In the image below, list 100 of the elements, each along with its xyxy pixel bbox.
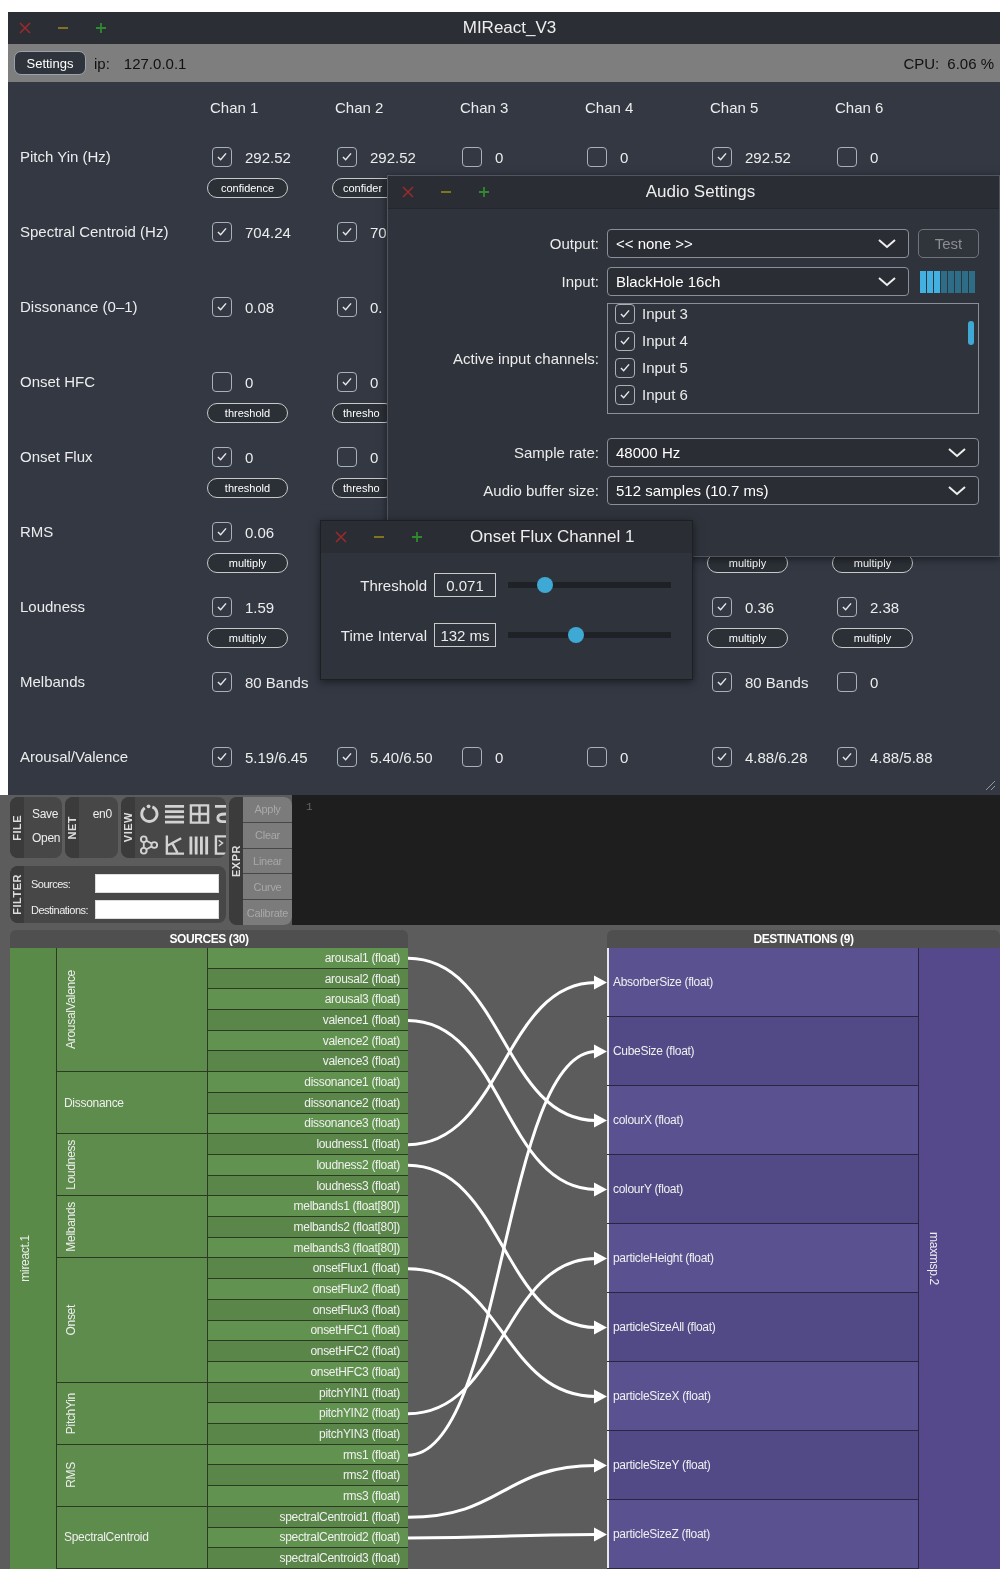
connection-arrow[interactable]	[408, 975, 607, 1147]
input-dropdown[interactable]: BlackHole 16ch	[607, 267, 909, 296]
checkbox[interactable]	[615, 357, 635, 378]
group-cell[interactable]: Loudness	[57, 1134, 208, 1196]
checkbox[interactable]	[837, 672, 857, 692]
option-button[interactable]: multiply	[707, 628, 788, 648]
destination-signal[interactable]: particleSizeX (float)	[607, 1362, 918, 1431]
checkbox[interactable]	[337, 297, 357, 317]
sample-rate-dropdown[interactable]: 48000 Hz	[607, 438, 979, 467]
source-signal[interactable]: dissonance2 (float)	[208, 1092, 408, 1114]
connection-arrow[interactable]	[408, 1458, 607, 1519]
destination-signal[interactable]: colourX (float)	[607, 1086, 918, 1155]
checkbox[interactable]	[587, 747, 607, 767]
destination-signal[interactable]: particleSizeZ (float)	[607, 1500, 918, 1569]
source-signal[interactable]: onsetFlux2 (float)	[208, 1279, 408, 1300]
checkbox[interactable]	[212, 372, 232, 392]
connection-arrow[interactable]	[408, 1044, 607, 1457]
connection-arrow[interactable]	[408, 1527, 607, 1542]
source-signal[interactable]: spectralCentroid2 (float)	[208, 1527, 408, 1549]
option-button[interactable]: multiply	[207, 553, 288, 573]
settings-button[interactable]: Settings	[14, 51, 86, 75]
checkbox[interactable]	[615, 304, 635, 324]
checkbox[interactable]	[337, 372, 357, 392]
maximize-icon[interactable]	[95, 22, 107, 34]
checkbox[interactable]	[712, 747, 732, 767]
destination-signal[interactable]: particleHeight (float)	[607, 1224, 918, 1293]
device-cell[interactable]: mireact.1	[10, 948, 57, 1569]
checkbox[interactable]	[712, 672, 732, 692]
group-cell[interactable]: ArousalValence	[57, 948, 208, 1072]
option-button[interactable]: multiply	[207, 628, 288, 648]
source-signal[interactable]: valence3 (float)	[208, 1051, 408, 1073]
grid-icon[interactable]	[188, 803, 210, 825]
menu-item[interactable]: Save	[32, 807, 61, 821]
option-button[interactable]: multiply	[832, 628, 913, 648]
source-signal[interactable]: onsetFlux3 (float)	[208, 1299, 408, 1321]
slider-thumb[interactable]	[537, 577, 554, 593]
destination-signal[interactable]: CubeSize (float)	[607, 1017, 918, 1086]
menu-item[interactable]: en0	[92, 807, 112, 821]
group-cell[interactable]: Onset	[57, 1258, 208, 1382]
parameter-field[interactable]: 132 ms	[434, 623, 496, 647]
checkbox[interactable]	[462, 747, 482, 767]
source-signal[interactable]: pitchYIN1 (float)	[208, 1382, 408, 1404]
checkbox[interactable]	[337, 747, 357, 767]
checkbox[interactable]	[337, 147, 357, 167]
ring-icon[interactable]	[138, 803, 160, 825]
group-cell[interactable]: Melbands	[57, 1196, 208, 1258]
scroll-thumb[interactable]	[968, 321, 974, 345]
source-signal[interactable]: rms1 (float)	[208, 1444, 408, 1466]
list-icon[interactable]	[163, 803, 185, 825]
source-signal[interactable]: rms3 (float)	[208, 1486, 408, 1507]
source-signal[interactable]: onsetHFC2 (float)	[208, 1341, 408, 1362]
group-cell[interactable]: RMS	[57, 1444, 208, 1506]
connection-arrow[interactable]	[408, 1251, 607, 1416]
menu-item[interactable]: Open	[32, 831, 61, 845]
resize-grip-icon[interactable]	[984, 779, 996, 791]
source-signal[interactable]: loudness3 (float)	[208, 1175, 408, 1197]
checkbox[interactable]	[837, 597, 857, 617]
source-signal[interactable]: loudness2 (float)	[208, 1154, 408, 1176]
checkbox[interactable]	[837, 147, 857, 167]
group-cell[interactable]: SpectralCentroid	[57, 1506, 208, 1568]
checkbox[interactable]	[212, 747, 232, 767]
connection-arrow[interactable]	[408, 956, 607, 1128]
source-signal[interactable]: melbands2 (float[80])	[208, 1217, 408, 1238]
connection-arrow[interactable]	[408, 1267, 607, 1404]
source-signal[interactable]: spectralCentroid1 (float)	[208, 1506, 408, 1528]
connection-arrow[interactable]	[408, 1163, 607, 1335]
channel-item[interactable]: Input 4	[642, 332, 688, 349]
bars-icon[interactable]	[188, 833, 210, 856]
source-signal[interactable]: arousal3 (float)	[208, 989, 408, 1011]
channel-item[interactable]: Input 3	[642, 305, 688, 322]
source-signal[interactable]: pitchYIN3 (float)	[208, 1424, 408, 1445]
source-signal[interactable]: melbands1 (float[80])	[208, 1196, 408, 1218]
graph-icon[interactable]	[138, 833, 160, 856]
source-signal[interactable]: valence2 (float)	[208, 1030, 408, 1052]
option-button[interactable]: threshold	[207, 478, 288, 498]
source-signal[interactable]: arousal2 (float)	[208, 968, 408, 990]
checkbox[interactable]	[212, 597, 232, 617]
source-signal[interactable]: spectralCentroid3 (float)	[208, 1548, 408, 1569]
channel-item[interactable]: Input 6	[642, 386, 688, 403]
destination-signal[interactable]: colourY (float)	[607, 1155, 918, 1224]
source-signal[interactable]: pitchYIN2 (float)	[208, 1403, 408, 1425]
filter-field[interactable]	[95, 900, 219, 919]
buffer-size-dropdown[interactable]: 512 samples (10.7 ms)	[607, 476, 979, 505]
maximize-icon[interactable]	[478, 186, 490, 198]
checkbox[interactable]	[615, 384, 635, 405]
source-signal[interactable]: onsetHFC3 (float)	[208, 1361, 408, 1383]
checkbox[interactable]	[212, 297, 232, 317]
source-signal[interactable]: loudness1 (float)	[208, 1134, 408, 1155]
source-signal[interactable]: valence1 (float)	[208, 1010, 408, 1031]
angle-icon[interactable]	[163, 833, 185, 856]
expression-editor[interactable]: 1	[292, 795, 1000, 925]
maximize-icon[interactable]	[411, 531, 423, 543]
group-cell[interactable]: Dissonance	[57, 1072, 208, 1134]
destination-signal[interactable]: AbsorberSize (float)	[607, 948, 918, 1017]
source-signal[interactable]: melbands3 (float[80])	[208, 1237, 408, 1259]
checkbox[interactable]	[212, 672, 232, 692]
checkbox[interactable]	[337, 447, 357, 467]
checkbox[interactable]	[712, 147, 732, 167]
connection-arrow[interactable]	[408, 1018, 607, 1197]
checkbox[interactable]	[212, 447, 232, 467]
